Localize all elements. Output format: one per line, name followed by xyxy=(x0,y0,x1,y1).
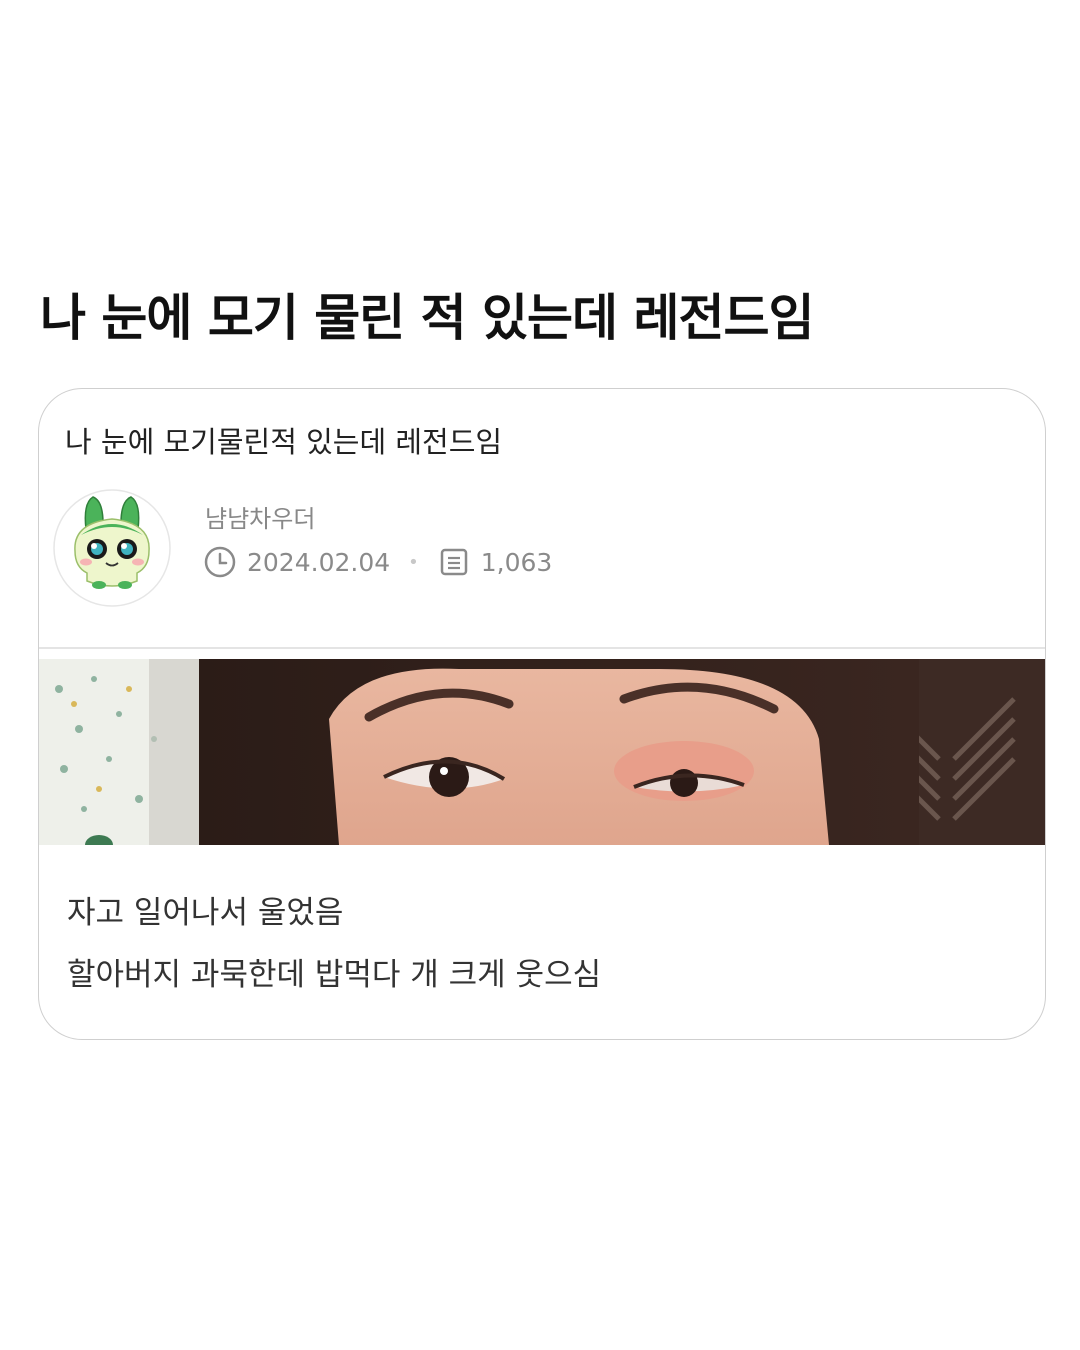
post-title[interactable]: 나 눈에 모기물린적 있는데 레전드임 xyxy=(65,419,502,461)
body-line-2: 할아버지 과묵한데 밥먹다 개 크게 웃으심 xyxy=(67,957,602,993)
body-line-1: 자고 일어나서 울었음 xyxy=(67,895,344,931)
clock-icon xyxy=(204,546,236,578)
avatar[interactable] xyxy=(53,489,171,607)
document-icon xyxy=(440,548,468,576)
view-count: 1,063 xyxy=(480,547,553,577)
post-card[interactable]: 나 눈에 모기물린적 있는데 레전드임 냠냠차우더 2024.02.04 • 1… xyxy=(38,388,1046,1040)
headline: 나 눈에 모기 물린 적 있는데 레전드임 xyxy=(40,289,814,347)
post-date: 2024.02.04 xyxy=(247,547,391,577)
divider xyxy=(39,647,1045,649)
post-photo[interactable] xyxy=(39,659,1045,845)
post-meta: 2024.02.04 • 1,063 xyxy=(203,545,552,579)
author-name[interactable]: 냠냠차우더 xyxy=(205,499,315,534)
meta-separator: • xyxy=(408,551,419,573)
